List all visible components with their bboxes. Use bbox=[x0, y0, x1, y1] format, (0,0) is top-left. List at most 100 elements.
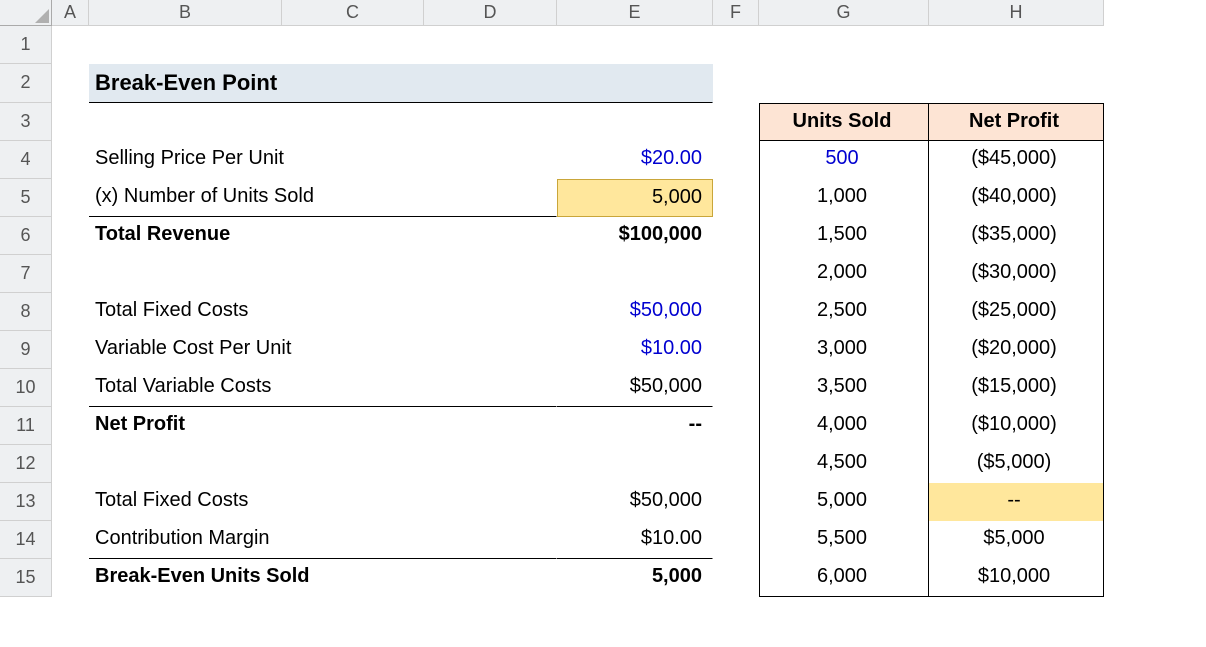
table-row[interactable]: 2,000 bbox=[759, 255, 929, 293]
table-row[interactable]: 3,500 bbox=[759, 369, 929, 407]
cell[interactable] bbox=[52, 369, 89, 407]
row-header-1[interactable]: 1 bbox=[0, 26, 52, 64]
cell[interactable] bbox=[52, 255, 89, 293]
col-header-B[interactable]: B bbox=[89, 0, 282, 26]
row-header-12[interactable]: 12 bbox=[0, 445, 52, 483]
row-header-3[interactable]: 3 bbox=[0, 103, 52, 141]
cell[interactable] bbox=[282, 26, 424, 64]
cell[interactable] bbox=[52, 179, 89, 217]
cell[interactable] bbox=[52, 141, 89, 179]
value-net-profit[interactable]: -- bbox=[557, 407, 713, 445]
select-all-corner[interactable] bbox=[0, 0, 52, 26]
cell[interactable] bbox=[89, 103, 713, 141]
table-row[interactable]: ($40,000) bbox=[929, 179, 1104, 217]
value-fixed-costs2[interactable]: $50,000 bbox=[557, 483, 713, 521]
label-contribution-margin[interactable]: Contribution Margin bbox=[89, 521, 557, 559]
row-header-10[interactable]: 10 bbox=[0, 369, 52, 407]
value-total-revenue[interactable]: $100,000 bbox=[557, 217, 713, 255]
cell[interactable] bbox=[52, 64, 89, 103]
cell[interactable] bbox=[713, 293, 759, 331]
cell[interactable] bbox=[929, 26, 1104, 64]
cell[interactable] bbox=[52, 483, 89, 521]
spreadsheet[interactable]: A B C D E F G H 1 2 Break-Even Point 3 U… bbox=[0, 0, 1206, 597]
row-header-6[interactable]: 6 bbox=[0, 217, 52, 255]
table-row[interactable]: 2,500 bbox=[759, 293, 929, 331]
table-header-profit[interactable]: Net Profit bbox=[929, 103, 1104, 141]
cell[interactable] bbox=[713, 483, 759, 521]
cell[interactable] bbox=[424, 26, 557, 64]
col-header-F[interactable]: F bbox=[713, 0, 759, 26]
value-total-var-costs[interactable]: $50,000 bbox=[557, 369, 713, 407]
label-selling-price[interactable]: Selling Price Per Unit bbox=[89, 141, 557, 179]
table-row[interactable]: 5,500 bbox=[759, 521, 929, 559]
cell[interactable] bbox=[713, 26, 759, 64]
table-row[interactable]: 1,500 bbox=[759, 217, 929, 255]
cell[interactable] bbox=[713, 179, 759, 217]
cell[interactable] bbox=[52, 559, 89, 597]
table-row[interactable]: ($15,000) bbox=[929, 369, 1104, 407]
row-header-13[interactable]: 13 bbox=[0, 483, 52, 521]
row-header-4[interactable]: 4 bbox=[0, 141, 52, 179]
table-row[interactable]: $10,000 bbox=[929, 559, 1104, 597]
cell[interactable] bbox=[52, 407, 89, 445]
col-header-E[interactable]: E bbox=[557, 0, 713, 26]
label-net-profit[interactable]: Net Profit bbox=[89, 407, 557, 445]
row-header-8[interactable]: 8 bbox=[0, 293, 52, 331]
cell[interactable] bbox=[713, 521, 759, 559]
table-row[interactable]: 1,000 bbox=[759, 179, 929, 217]
table-row[interactable]: $5,000 bbox=[929, 521, 1104, 559]
cell[interactable] bbox=[557, 26, 713, 64]
value-var-cost-unit[interactable]: $10.00 bbox=[557, 331, 713, 369]
table-row[interactable]: ($25,000) bbox=[929, 293, 1104, 331]
table-row[interactable]: 5,000 bbox=[759, 483, 929, 521]
cell[interactable] bbox=[713, 217, 759, 255]
table-row[interactable]: ($10,000) bbox=[929, 407, 1104, 445]
cell[interactable] bbox=[52, 26, 89, 64]
row-header-14[interactable]: 14 bbox=[0, 521, 52, 559]
table-row[interactable]: ($45,000) bbox=[929, 141, 1104, 179]
table-row[interactable]: 500 bbox=[759, 141, 929, 179]
label-fixed-costs[interactable]: Total Fixed Costs bbox=[89, 293, 557, 331]
table-header-units[interactable]: Units Sold bbox=[759, 103, 929, 141]
col-header-G[interactable]: G bbox=[759, 0, 929, 26]
value-contribution-margin[interactable]: $10.00 bbox=[557, 521, 713, 559]
label-break-even[interactable]: Break-Even Units Sold bbox=[89, 559, 557, 597]
row-header-5[interactable]: 5 bbox=[0, 179, 52, 217]
table-row-highlight[interactable]: -- bbox=[929, 483, 1104, 521]
table-row[interactable]: 3,000 bbox=[759, 331, 929, 369]
cell[interactable] bbox=[52, 103, 89, 141]
title[interactable]: Break-Even Point bbox=[89, 64, 713, 103]
value-break-even[interactable]: 5,000 bbox=[557, 559, 713, 597]
col-header-C[interactable]: C bbox=[282, 0, 424, 26]
row-header-15[interactable]: 15 bbox=[0, 559, 52, 597]
table-row[interactable]: ($20,000) bbox=[929, 331, 1104, 369]
label-var-cost-unit[interactable]: Variable Cost Per Unit bbox=[89, 331, 557, 369]
cell[interactable] bbox=[89, 255, 557, 293]
cell[interactable] bbox=[713, 103, 759, 141]
cell[interactable] bbox=[713, 445, 759, 483]
cell[interactable] bbox=[557, 255, 713, 293]
row-header-9[interactable]: 9 bbox=[0, 331, 52, 369]
cell[interactable] bbox=[713, 369, 759, 407]
cell[interactable] bbox=[557, 445, 713, 483]
cell[interactable] bbox=[713, 407, 759, 445]
table-row[interactable]: ($30,000) bbox=[929, 255, 1104, 293]
cell[interactable] bbox=[929, 64, 1104, 103]
cell[interactable] bbox=[759, 64, 929, 103]
table-row[interactable]: 4,500 bbox=[759, 445, 929, 483]
cell[interactable] bbox=[52, 331, 89, 369]
row-header-7[interactable]: 7 bbox=[0, 255, 52, 293]
label-total-revenue[interactable]: Total Revenue bbox=[89, 217, 557, 255]
value-units-sold[interactable]: 5,000 bbox=[557, 179, 713, 217]
cell[interactable] bbox=[52, 293, 89, 331]
label-fixed-costs2[interactable]: Total Fixed Costs bbox=[89, 483, 557, 521]
cell[interactable] bbox=[52, 445, 89, 483]
table-row[interactable]: 4,000 bbox=[759, 407, 929, 445]
col-header-D[interactable]: D bbox=[424, 0, 557, 26]
table-row[interactable]: ($5,000) bbox=[929, 445, 1104, 483]
row-header-2[interactable]: 2 bbox=[0, 64, 52, 103]
cell[interactable] bbox=[713, 141, 759, 179]
cell[interactable] bbox=[89, 445, 557, 483]
cell[interactable] bbox=[713, 331, 759, 369]
value-selling-price[interactable]: $20.00 bbox=[557, 141, 713, 179]
